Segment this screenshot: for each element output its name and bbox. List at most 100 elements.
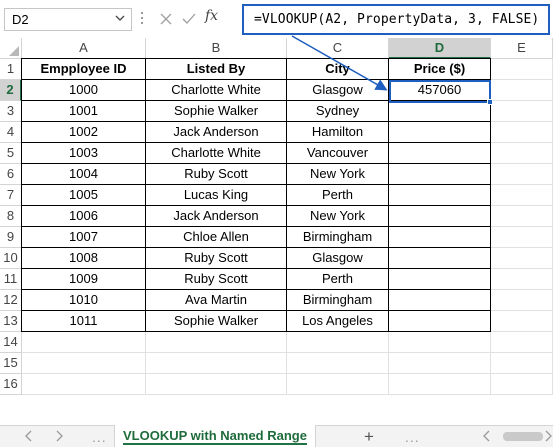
row-header-3[interactable]: 3 [0, 101, 22, 122]
empty-cell[interactable] [491, 227, 553, 248]
table-cell[interactable] [388, 205, 491, 227]
empty-cell[interactable] [491, 122, 553, 143]
table-cell[interactable] [388, 121, 491, 143]
table-cell[interactable]: New York [286, 163, 389, 185]
row-header-10[interactable]: 10 [0, 248, 22, 269]
empty-cell[interactable] [287, 332, 389, 353]
empty-cell[interactable] [491, 248, 553, 269]
empty-cell[interactable] [491, 311, 553, 332]
insert-function-icon[interactable]: fx [205, 8, 218, 24]
table-cell[interactable]: New York [286, 205, 389, 227]
table-cell[interactable] [388, 289, 491, 311]
drag-handle-icon[interactable] [140, 12, 144, 28]
empty-cell[interactable] [146, 332, 287, 353]
chevron-right-icon[interactable] [52, 429, 66, 443]
empty-cell[interactable] [491, 290, 553, 311]
table-cell[interactable]: 1000 [21, 79, 146, 101]
empty-cell[interactable] [491, 374, 553, 395]
table-cell[interactable]: Glasgow [286, 79, 389, 101]
table-header-cell[interactable]: Listed By [145, 58, 287, 80]
table-cell[interactable]: Jack Anderson [145, 121, 287, 143]
table-cell[interactable] [388, 268, 491, 290]
table-cell[interactable]: 1005 [21, 184, 146, 206]
table-cell[interactable]: 1003 [21, 142, 146, 164]
table-cell[interactable] [388, 142, 491, 164]
table-cell[interactable]: Birmingham [286, 289, 389, 311]
empty-cell[interactable] [491, 59, 553, 80]
empty-cell[interactable] [389, 332, 491, 353]
table-cell[interactable] [388, 310, 491, 332]
empty-cell[interactable] [491, 353, 553, 374]
table-cell[interactable]: Lucas King [145, 184, 287, 206]
table-cell[interactable]: Ruby Scott [145, 268, 287, 290]
table-cell[interactable]: Charlotte White [145, 79, 287, 101]
row-header-1[interactable]: 1 [0, 59, 22, 80]
row-header-5[interactable]: 5 [0, 143, 22, 164]
table-cell[interactable]: 1007 [21, 226, 146, 248]
column-header-b[interactable]: B [146, 38, 287, 59]
add-sheet-button[interactable]: + [364, 427, 374, 447]
row-header-11[interactable]: 11 [0, 269, 22, 290]
empty-cell[interactable] [389, 374, 491, 395]
empty-cell[interactable] [491, 164, 553, 185]
table-cell[interactable]: 1011 [21, 310, 146, 332]
empty-cell[interactable] [389, 353, 491, 374]
row-header-6[interactable]: 6 [0, 164, 22, 185]
row-header-2[interactable]: 2 [0, 80, 22, 101]
table-cell[interactable] [388, 100, 491, 122]
horizontal-scrollbar-thumb[interactable] [503, 432, 543, 441]
table-cell[interactable]: Hamilton [286, 121, 389, 143]
chevron-down-icon[interactable] [115, 13, 125, 23]
table-cell[interactable] [388, 184, 491, 206]
table-cell[interactable]: Glasgow [286, 247, 389, 269]
row-header-16[interactable]: 16 [0, 374, 22, 395]
empty-cell[interactable] [146, 374, 287, 395]
table-cell[interactable] [388, 247, 491, 269]
table-header-cell[interactable]: Empployee ID [21, 58, 146, 80]
table-cell[interactable]: Birmingham [286, 226, 389, 248]
table-cell[interactable]: 1006 [21, 205, 146, 227]
empty-cell[interactable] [491, 269, 553, 290]
enter-check-icon[interactable] [181, 11, 197, 27]
table-cell[interactable]: Jack Anderson [145, 205, 287, 227]
table-cell[interactable]: Perth [286, 184, 389, 206]
empty-cell[interactable] [491, 143, 553, 164]
table-cell[interactable]: Chloe Allen [145, 226, 287, 248]
select-all-button[interactable] [0, 38, 22, 59]
table-cell[interactable]: 1010 [21, 289, 146, 311]
table-cell[interactable] [388, 226, 491, 248]
empty-cell[interactable] [22, 332, 146, 353]
table-cell[interactable]: Sydney [286, 100, 389, 122]
empty-cell[interactable] [491, 80, 553, 101]
table-cell[interactable]: Sophie Walker [145, 310, 287, 332]
table-cell[interactable]: Sophie Walker [145, 100, 287, 122]
scroll-right-icon[interactable] [543, 430, 553, 442]
empty-cell[interactable] [287, 374, 389, 395]
empty-cell[interactable] [491, 332, 553, 353]
table-cell[interactable]: 1004 [21, 163, 146, 185]
table-cell[interactable]: Los Angeles [286, 310, 389, 332]
table-cell[interactable]: 1009 [21, 268, 146, 290]
column-header-d[interactable]: D [389, 38, 491, 59]
chevron-left-icon[interactable] [22, 429, 36, 443]
sheet-tab-active[interactable]: VLOOKUP with Named Range [114, 425, 316, 447]
row-header-15[interactable]: 15 [0, 353, 22, 374]
table-cell[interactable]: Ruby Scott [145, 163, 287, 185]
scroll-left-icon[interactable] [482, 430, 492, 442]
row-header-9[interactable]: 9 [0, 227, 22, 248]
column-header-a[interactable]: A [22, 38, 146, 59]
formula-input[interactable]: =VLOOKUP(A2, PropertyData, 3, FALSE) [242, 4, 550, 35]
table-cell[interactable]: 1008 [21, 247, 146, 269]
empty-cell[interactable] [491, 206, 553, 227]
empty-cell[interactable] [287, 353, 389, 374]
table-cell[interactable]: 1001 [21, 100, 146, 122]
table-cell[interactable]: 1002 [21, 121, 146, 143]
empty-cell[interactable] [491, 185, 553, 206]
empty-cell[interactable] [22, 374, 146, 395]
table-cell[interactable] [388, 163, 491, 185]
empty-cell[interactable] [146, 353, 287, 374]
table-cell[interactable]: 457060 [388, 79, 491, 101]
table-cell[interactable]: Vancouver [286, 142, 389, 164]
more-sheets-right[interactable]: ... [405, 429, 420, 445]
empty-cell[interactable] [22, 353, 146, 374]
